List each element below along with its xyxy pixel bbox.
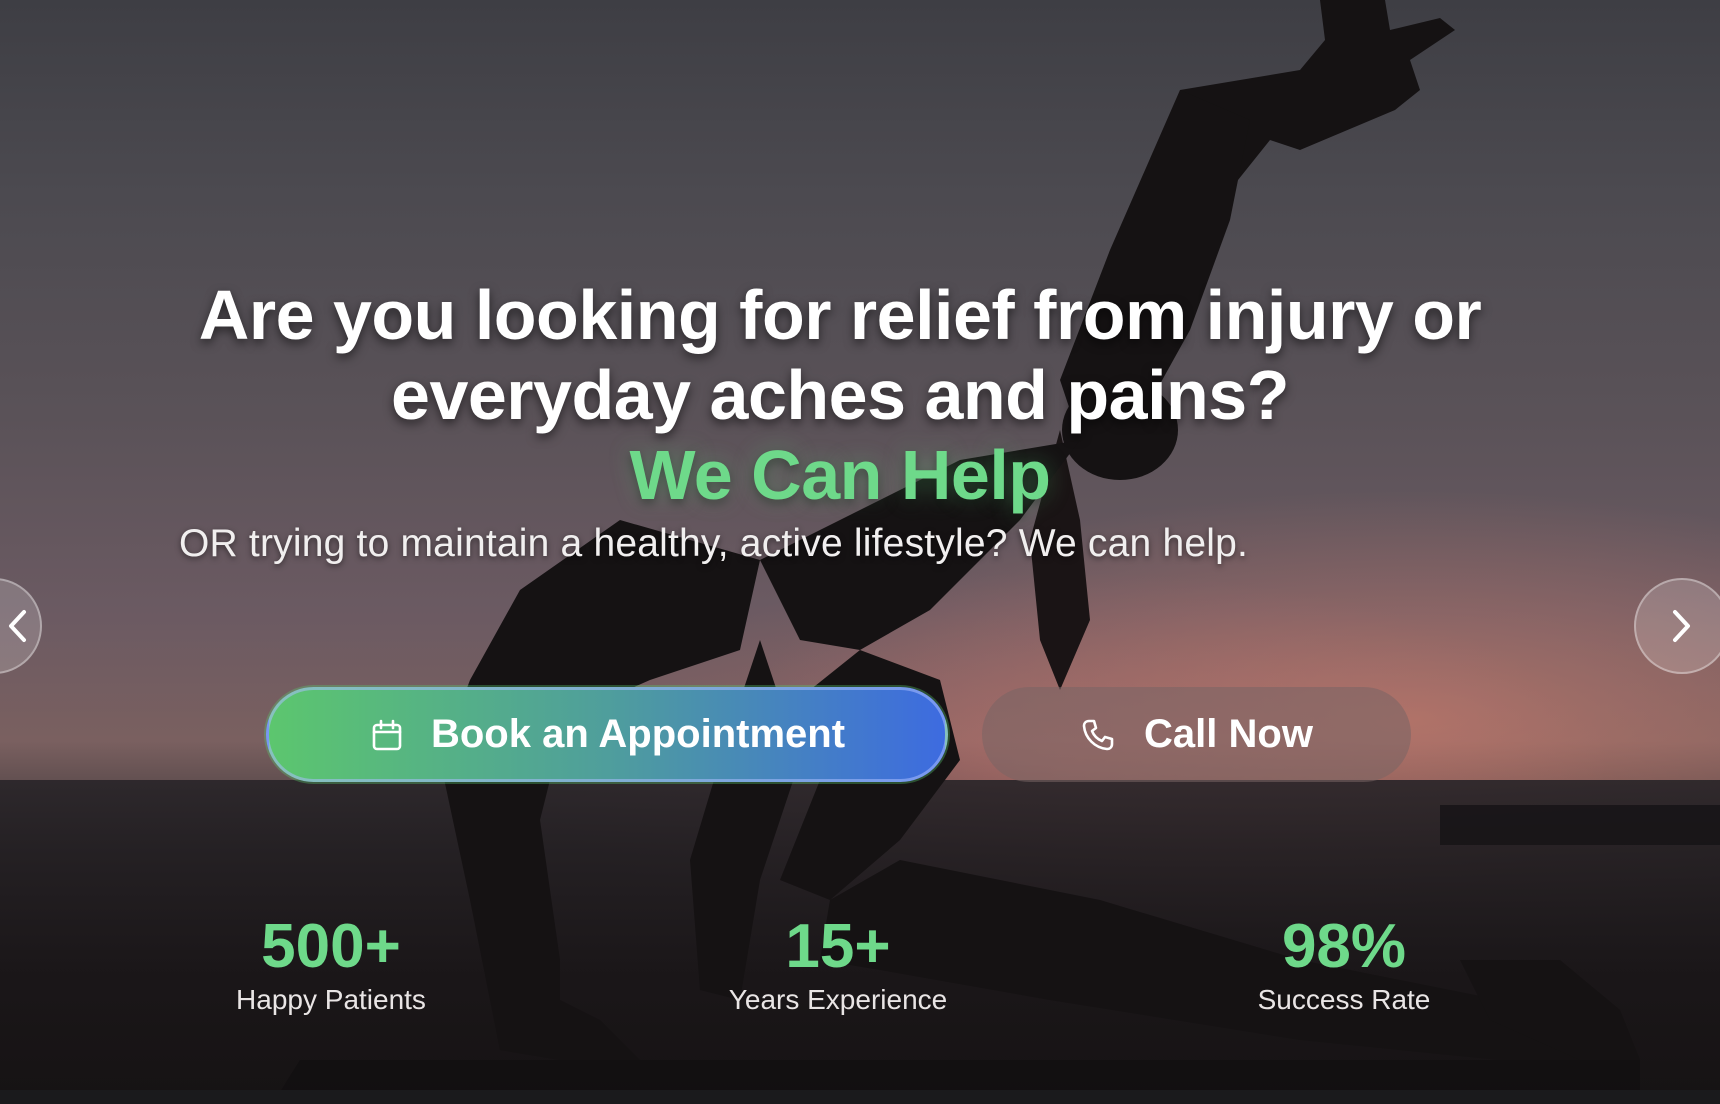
call-now-button[interactable]: Call Now bbox=[982, 687, 1411, 782]
stat-label: Happy Patients bbox=[236, 984, 426, 1015]
book-appointment-button[interactable]: Book an Appointment bbox=[266, 687, 948, 782]
stat-label: Years Experience bbox=[728, 984, 948, 1015]
stat-value: 500+ bbox=[261, 912, 401, 981]
stat-value: 15+ bbox=[785, 912, 891, 981]
book-appointment-label: Book an Appointment bbox=[430, 712, 846, 756]
stat-success-rate: 98% Success Rate bbox=[1184, 912, 1504, 1018]
call-now-label: Call Now bbox=[1144, 712, 1313, 756]
hero-headline: Are you looking for relief from injury o… bbox=[0, 275, 1680, 515]
headline-accent: We Can Help bbox=[629, 435, 1051, 514]
stat-happy-patients: 500+ Happy Patients bbox=[171, 912, 491, 1018]
carousel-next-button[interactable] bbox=[1634, 578, 1720, 674]
hero-subtext: OR trying to maintain a healthy, active … bbox=[179, 522, 1249, 565]
calendar-icon bbox=[369, 717, 405, 753]
headline-line-1: Are you looking for relief from injury o… bbox=[198, 275, 1482, 354]
page-bottom-edge bbox=[0, 1090, 1720, 1104]
stat-years-experience: 15+ Years Experience bbox=[678, 912, 998, 1018]
headline-line-2: everyday aches and pains? bbox=[391, 355, 1289, 434]
stat-value: 98% bbox=[1281, 912, 1407, 981]
stat-label: Success Rate bbox=[1257, 984, 1431, 1015]
chevron-right-icon bbox=[1671, 608, 1693, 644]
chevron-left-icon bbox=[6, 608, 28, 644]
phone-icon bbox=[1080, 717, 1116, 753]
